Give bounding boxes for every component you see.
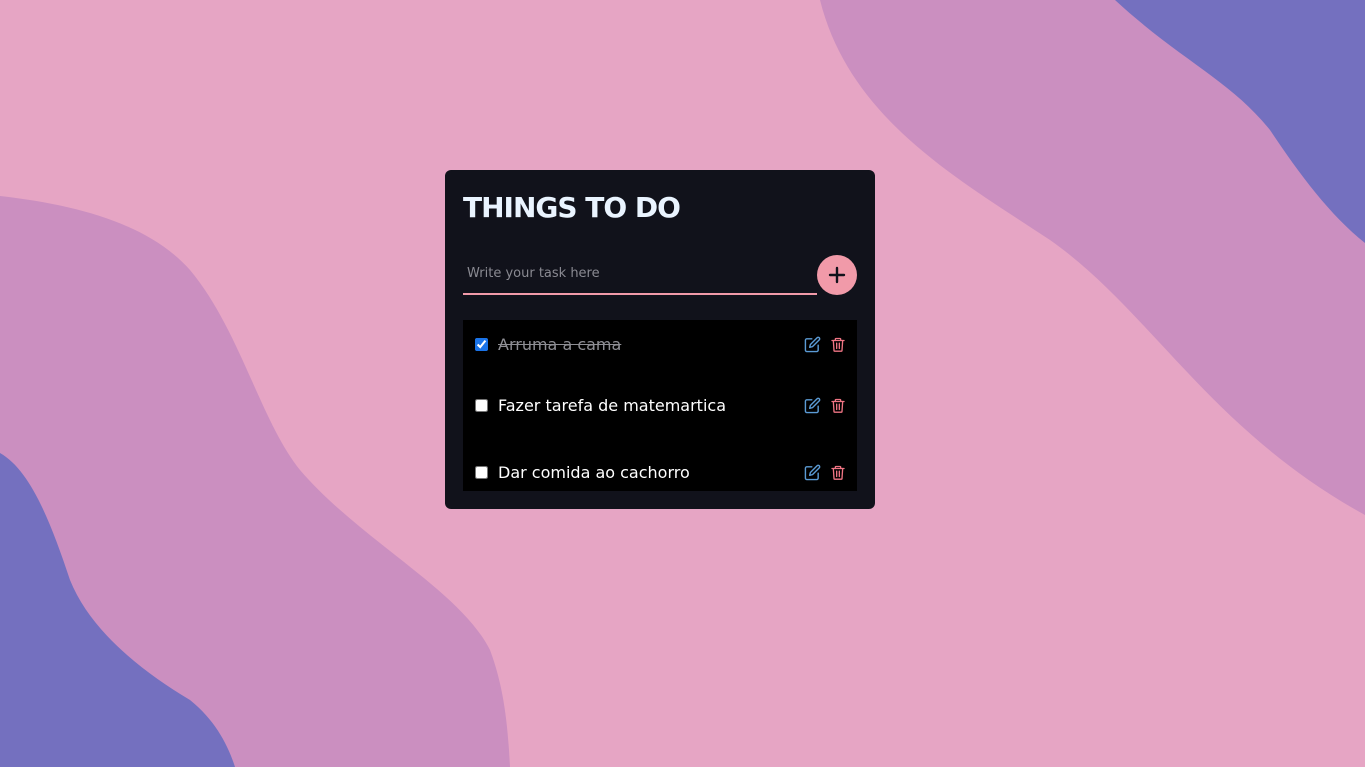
task-actions <box>803 336 857 354</box>
plus-icon <box>828 266 846 284</box>
delete-button[interactable] <box>829 397 847 415</box>
delete-button[interactable] <box>829 464 847 482</box>
list-item: Dar comida ao cachorro <box>463 442 857 503</box>
task-list: Arruma a cama Fazer tarefa de matemartic… <box>463 320 857 491</box>
task-label: Fazer tarefa de matemartica <box>498 396 726 415</box>
task-input-wrapper <box>463 254 817 295</box>
add-task-button[interactable] <box>817 255 857 295</box>
trash-icon <box>831 337 845 352</box>
edit-button[interactable] <box>803 397 821 415</box>
task-label: Arruma a cama <box>498 335 622 354</box>
edit-button[interactable] <box>803 336 821 354</box>
edit-icon <box>804 464 820 481</box>
list-item: Arruma a cama <box>463 320 857 369</box>
task-checkbox[interactable] <box>475 399 488 412</box>
page-title: THINGS TO DO <box>463 191 681 224</box>
delete-button[interactable] <box>829 336 847 354</box>
edit-icon <box>804 336 820 353</box>
task-actions <box>803 464 857 482</box>
task-actions <box>803 397 857 415</box>
trash-icon <box>831 398 845 413</box>
edit-button[interactable] <box>803 464 821 482</box>
task-input[interactable] <box>463 254 817 292</box>
task-label: Dar comida ao cachorro <box>498 463 690 482</box>
task-checkbox[interactable] <box>475 338 488 351</box>
list-item: Fazer tarefa de matemartica <box>463 369 857 442</box>
todo-card: THINGS TO DO Arruma a cama <box>445 170 875 509</box>
trash-icon <box>831 465 845 480</box>
edit-icon <box>804 397 820 414</box>
task-checkbox[interactable] <box>475 466 488 479</box>
